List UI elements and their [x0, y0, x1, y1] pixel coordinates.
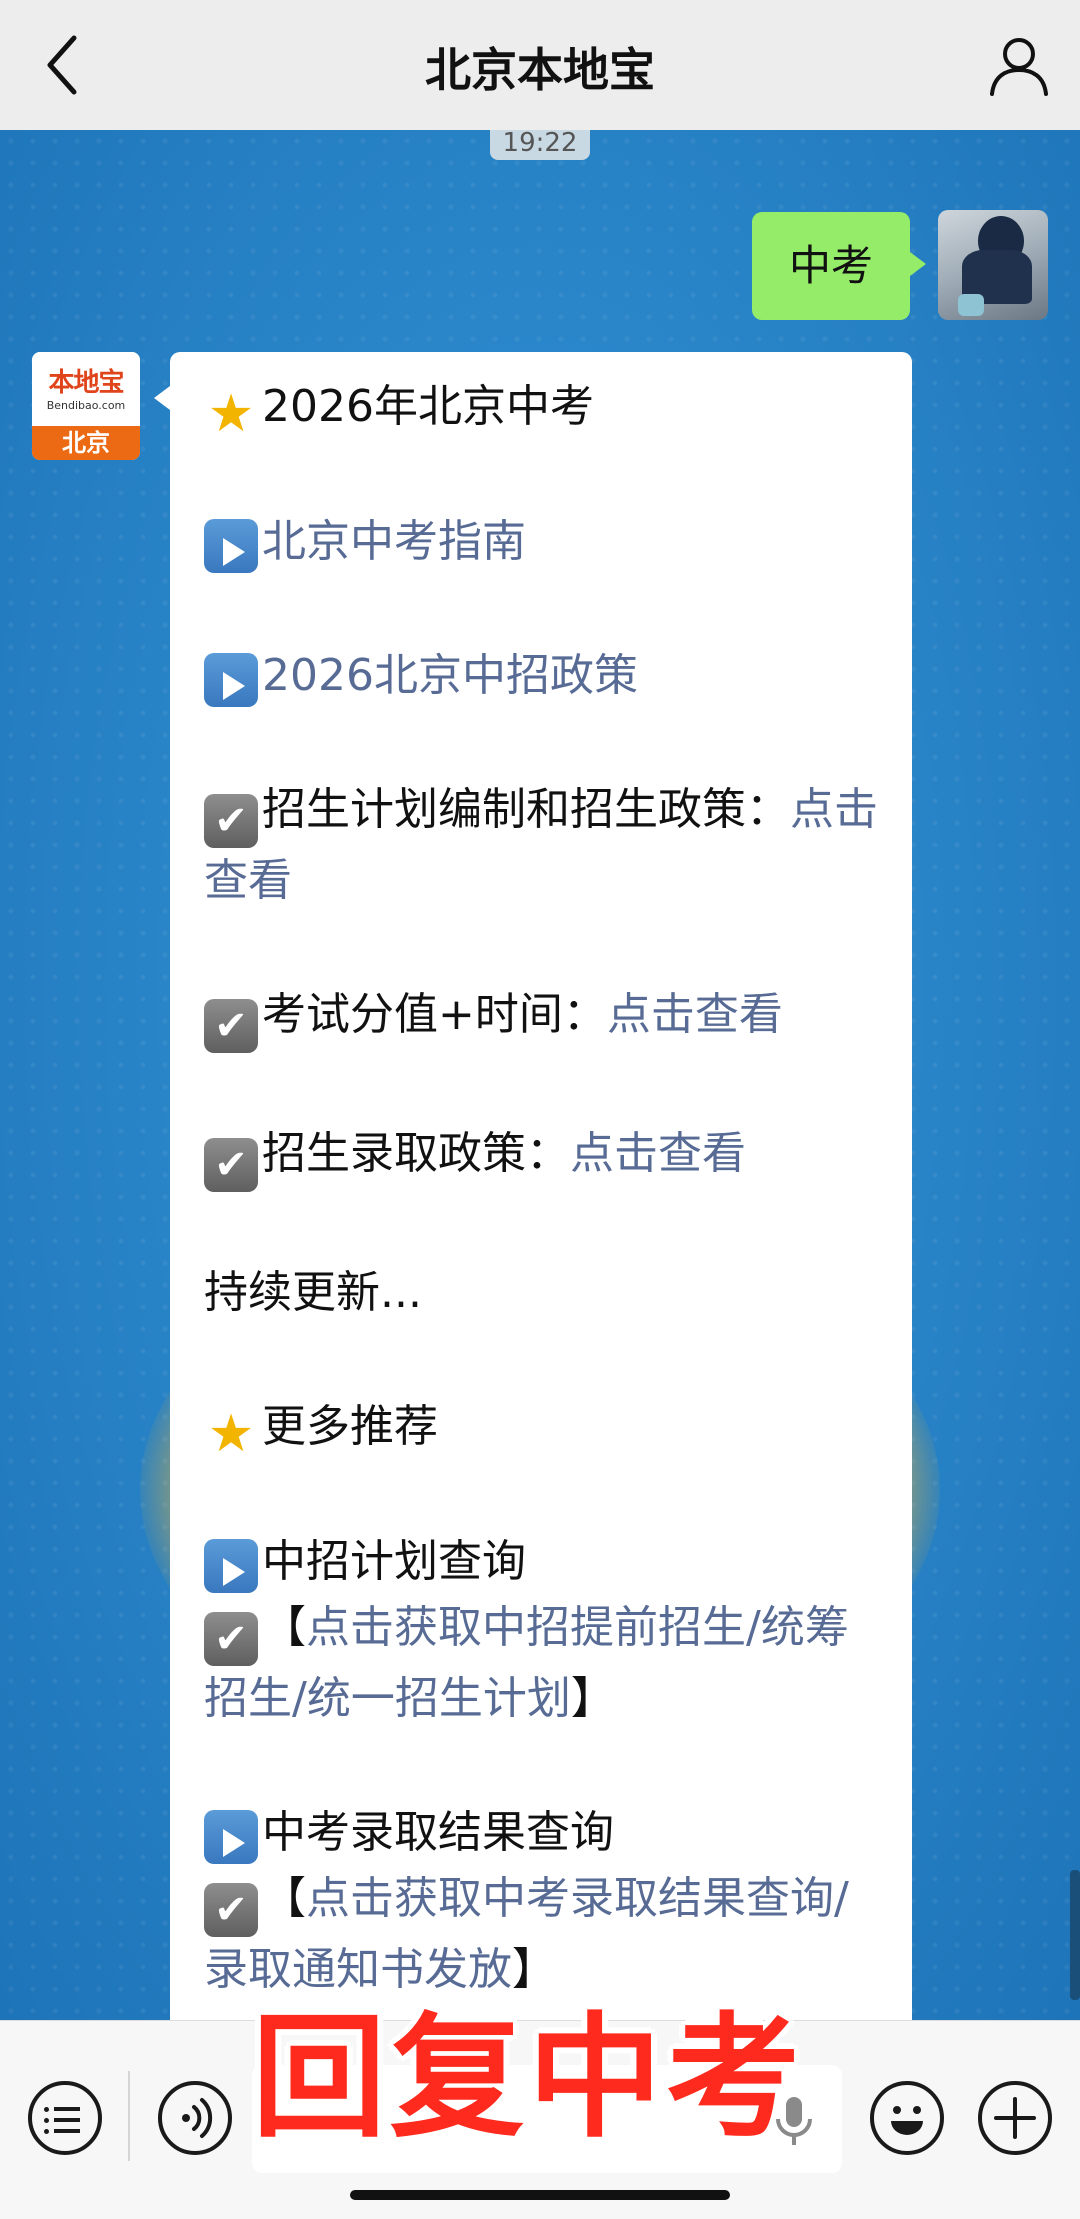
- view-link[interactable]: 点击查看: [607, 989, 783, 1040]
- top-bar: 北京本地宝: [0, 0, 1080, 130]
- bot-avatar[interactable]: 本地宝 Bendibao.com 北京: [32, 352, 140, 460]
- bot-avatar-domain: Bendibao.com: [46, 399, 126, 412]
- more-item-plan-query: 中招计划查询: [204, 1529, 878, 1595]
- menu-list-icon[interactable]: [28, 2081, 102, 2155]
- continuing-text: 持续更新...: [204, 1267, 422, 1318]
- check-item-score: ✔ 考试分值+时间：点击查看: [204, 982, 878, 1053]
- user-icon[interactable]: [986, 32, 1052, 98]
- checkmark-icon: ✔: [204, 794, 258, 848]
- bot-avatar-city: 北京: [32, 426, 140, 460]
- reply-message[interactable]: ★ 2026年北京中考 北京中考指南 2026北京中招政策 ✔ 招生计划编制和招生政…: [154, 352, 912, 2020]
- plus-icon[interactable]: [978, 2081, 1052, 2155]
- more-item-result-link-line: ✔ 【点击获取中考录取结果查询/录取通知书发放】: [204, 1873, 849, 1995]
- play-button-icon: [204, 1810, 258, 1864]
- home-indicator[interactable]: [350, 2190, 730, 2200]
- reply-keyword-overlay: 回复中考: [252, 2000, 805, 2156]
- more-title-line: ★ 更多推荐: [204, 1394, 878, 1461]
- scrollbar[interactable]: [1070, 1870, 1080, 2000]
- star-icon: ★: [207, 384, 255, 444]
- checkmark-icon: ✔: [204, 1612, 258, 1666]
- link-policy[interactable]: 2026北京中招政策: [204, 643, 878, 709]
- play-button-icon: [204, 653, 258, 707]
- bot-avatar-logo: 本地宝: [48, 368, 124, 398]
- more-item-plan-link-line: ✔ 【点击获取中招提前招生/统筹招生/统一招生计划】: [204, 1602, 849, 1724]
- link-guide[interactable]: 北京中考指南: [204, 509, 878, 575]
- check-item-plan: ✔ 招生计划编制和招生政策：点击查看: [204, 784, 878, 906]
- page-title: 北京本地宝: [425, 43, 655, 97]
- checkmark-icon: ✔: [204, 1138, 258, 1192]
- more-item-result-query: 中考录取结果查询: [204, 1800, 878, 1866]
- checkmark-icon: ✔: [204, 1883, 258, 1937]
- my-avatar[interactable]: [938, 210, 1048, 320]
- view-link[interactable]: 点击查看: [570, 1128, 746, 1179]
- avatar-figure-item: [958, 294, 984, 316]
- sent-message[interactable]: 中考: [752, 212, 926, 320]
- play-button-icon: [204, 519, 258, 573]
- chat-area[interactable]: 19:22 中考 本地宝 Bendibao.com 北京 ★ 2026年北京中考 …: [0, 130, 1080, 2020]
- star-icon: ★: [207, 1404, 255, 1464]
- timestamp: 19:22: [490, 130, 590, 160]
- divider: [128, 2071, 130, 2161]
- reply-title-line: ★ 2026年北京中考: [204, 374, 878, 441]
- check-item-admission: ✔ 招生录取政策：点击查看: [204, 1121, 878, 1192]
- checkmark-icon: ✔: [204, 999, 258, 1053]
- emoji-icon[interactable]: [870, 2081, 944, 2155]
- play-button-icon: [204, 1539, 258, 1593]
- voice-icon[interactable]: [158, 2081, 232, 2155]
